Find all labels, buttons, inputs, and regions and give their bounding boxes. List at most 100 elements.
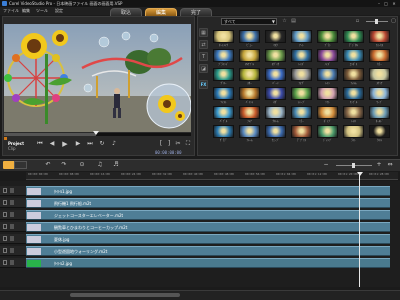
track-visibility-icon[interactable] [3, 188, 7, 193]
playhead-handle[interactable] [357, 172, 363, 176]
effect-thumbnail[interactable]: ｳｪｰﾌﾞ [264, 125, 287, 143]
clip-mode-label[interactable]: Clip [8, 146, 16, 151]
timeline-horizontal-scrollbar[interactable] [0, 290, 400, 300]
effect-thumbnail[interactable]: ｵｰﾄﾒｲｸ [212, 30, 235, 48]
zoom-out-icon[interactable]: ▫ [354, 18, 361, 25]
track-header[interactable] [0, 246, 26, 256]
record-capture-icon[interactable]: ⊙ [78, 161, 86, 169]
redo-icon[interactable]: ↷ [60, 161, 68, 169]
rewind-icon[interactable]: ⏮ [36, 140, 44, 148]
track-header[interactable] [0, 186, 26, 196]
effect-thumbnail[interactable]: ｱｰﾄ [290, 30, 313, 48]
track-header[interactable] [0, 210, 26, 220]
timecode-display[interactable]: 00:00:00:00 [155, 150, 182, 155]
zoom-in-timeline-icon[interactable]: + [375, 161, 383, 169]
effect-thumbnail[interactable]: ﾚｲﾝ [316, 68, 339, 86]
timeline-view-button[interactable] [14, 161, 27, 169]
effect-thumbnail[interactable]: ﾃﾞﾌﾞﾘｽ [290, 125, 313, 143]
effect-thumbnail[interactable]: ﾚﾝｽﾞ [290, 49, 313, 67]
effect-thumbnail[interactable]: ﾜｰﾌﾟ [368, 87, 391, 105]
effect-thumbnail[interactable]: ﾚﾄﾛ [342, 106, 365, 124]
menu-edit[interactable]: 編集 [22, 8, 30, 14]
timeline-playhead[interactable] [359, 172, 360, 287]
scrubber-handle[interactable] [93, 131, 99, 135]
menu-file[interactable]: ファイル [3, 8, 19, 14]
scrollbar-thumb[interactable] [70, 293, 180, 297]
effect-thumbnail[interactable]: ｽﾀｰ [238, 68, 261, 86]
track-visibility-icon[interactable] [3, 224, 7, 229]
auto-music-icon[interactable]: ♬ [112, 161, 120, 169]
track-visibility-icon[interactable] [3, 236, 7, 241]
zoom-in-icon[interactable]: ▢ [390, 18, 397, 25]
timeline-clip[interactable]: ﾀｲﾄﾙ2.jpg [26, 258, 390, 268]
effect-thumbnail[interactable]: ﾊﾞﾌﾞﾙ [212, 106, 235, 124]
effect-thumbnail[interactable]: ﾌﾞﾗｼ [316, 30, 339, 48]
timeline-clip[interactable]: 夏休.jpg [26, 234, 390, 244]
effect-thumbnail[interactable]: ﾐﾗｰ [290, 106, 313, 124]
play-button[interactable]: ▶ [60, 140, 70, 148]
tab-capture[interactable]: 取込 [110, 8, 142, 16]
timeline-zoom-knob[interactable] [352, 163, 355, 168]
effect-thumbnail[interactable]: ｿﾌﾄ [316, 87, 339, 105]
effect-thumbnail[interactable]: ﾍﾟｲﾝﾄ [238, 87, 261, 105]
effect-thumbnail[interactable]: ｸﾞﾛｰ [212, 68, 235, 86]
maximize-button[interactable]: □ [383, 1, 389, 6]
effect-thumbnail[interactable]: ｼｬｰﾌﾟ [290, 87, 313, 105]
timeline-clip[interactable]: 小型遊園地ウォーリング.m2t [26, 246, 390, 256]
audio-mixer-icon[interactable]: ♫ [96, 161, 104, 169]
import-icon[interactable]: ▤ [290, 18, 297, 25]
effect-thumbnail[interactable]: ﾗｲﾄ [342, 125, 365, 143]
effect-thumbnail[interactable]: ﾏﾙﾁﾌﾟﾙ [238, 49, 261, 67]
thumbnail-size-knob[interactable] [375, 19, 378, 24]
menu-tools[interactable]: ツール [36, 8, 48, 14]
tab-share[interactable]: 完了 [180, 8, 212, 16]
effect-thumbnail[interactable]: ﾏｽｸ [264, 30, 287, 48]
effect-thumbnail[interactable]: ﾘｯﾌﾟﾙ [342, 87, 365, 105]
effect-thumbnail[interactable]: ﾋﾞｭｰ [238, 30, 261, 48]
track-visibility-icon[interactable] [3, 260, 7, 265]
effect-thumbnail[interactable]: ﾌﾚｱ [238, 106, 261, 124]
minimize-button[interactable]: – [376, 1, 382, 6]
favorites-icon[interactable]: ☆ [281, 18, 288, 25]
effect-thumbnail[interactable]: ｴﾝﾎﾞｽ [342, 49, 365, 67]
effect-thumbnail[interactable]: ﾀｲﾙ [368, 125, 391, 143]
effect-thumbnail[interactable]: ﾌｨﾙﾑ [342, 68, 365, 86]
timeline-clip[interactable]: ﾀｲﾄﾙ1.jpg [26, 186, 390, 196]
timeline-clip[interactable]: 飛行機1 飛行船.m2t [26, 198, 390, 208]
library-category-dropdown[interactable]: すべて ▼ [221, 18, 277, 25]
close-button[interactable]: ✕ [391, 1, 397, 6]
split-clip-icon[interactable]: ✂ [174, 140, 182, 148]
mark-in-icon[interactable]: [ [158, 140, 164, 148]
volume-icon[interactable]: ♪ [110, 140, 118, 148]
effect-thumbnail[interactable]: ﾓｻﾞｲｸ [264, 49, 287, 67]
effect-thumbnail[interactable]: ﾊﾞｰﾝ [264, 68, 287, 86]
film-strip-icon[interactable]: ▦ [199, 28, 208, 37]
fast-forward-icon[interactable]: ⏭ [86, 140, 94, 148]
transition-icon[interactable]: ⇄ [199, 40, 208, 49]
fit-project-icon[interactable]: ⇔ [386, 161, 394, 169]
track-header[interactable] [0, 234, 26, 244]
effect-thumbnail[interactable]: ｸﾞﾗﾃﾞ [212, 125, 235, 143]
undo-icon[interactable]: ↶ [44, 161, 52, 169]
effect-thumbnail[interactable]: ｶﾗｰ [368, 49, 391, 67]
effect-thumbnail[interactable]: ﾂｲｽﾄ [212, 87, 235, 105]
track-header[interactable] [0, 258, 26, 268]
effect-thumbnail[interactable]: ﾌｫｰｶｽ [368, 30, 391, 48]
effect-thumbnail[interactable]: ﾈｶﾞ [264, 87, 287, 105]
effect-thumbnail[interactable]: ｽｹｯﾁ [368, 68, 391, 86]
step-forward-icon[interactable]: ▶ [74, 140, 82, 148]
track-visibility-icon[interactable] [3, 200, 7, 205]
timeline-clip[interactable]: 観覧車とひまわりとコーヒーカップ.m2t [26, 222, 390, 232]
tab-edit[interactable]: 編集 [145, 8, 177, 16]
menu-settings[interactable]: 設定 [55, 8, 63, 14]
effect-thumbnail[interactable]: ﾌｫｸﾞ [290, 68, 313, 86]
effect-thumbnail[interactable]: ｵｰﾙﾄﾞ [368, 106, 391, 124]
track-visibility-icon[interactable] [3, 212, 7, 217]
graphic-icon[interactable]: ◪ [199, 64, 208, 73]
track-header[interactable] [0, 198, 26, 208]
timeline-clip[interactable]: ジェットコースターエレベーター.m2t [26, 210, 390, 220]
track-header[interactable] [0, 222, 26, 232]
effect-thumbnail[interactable]: ﾎﾟｯﾌﾟ [316, 106, 339, 124]
zoom-out-timeline-icon[interactable]: − [322, 161, 330, 169]
trim-marker-in[interactable] [4, 137, 7, 140]
